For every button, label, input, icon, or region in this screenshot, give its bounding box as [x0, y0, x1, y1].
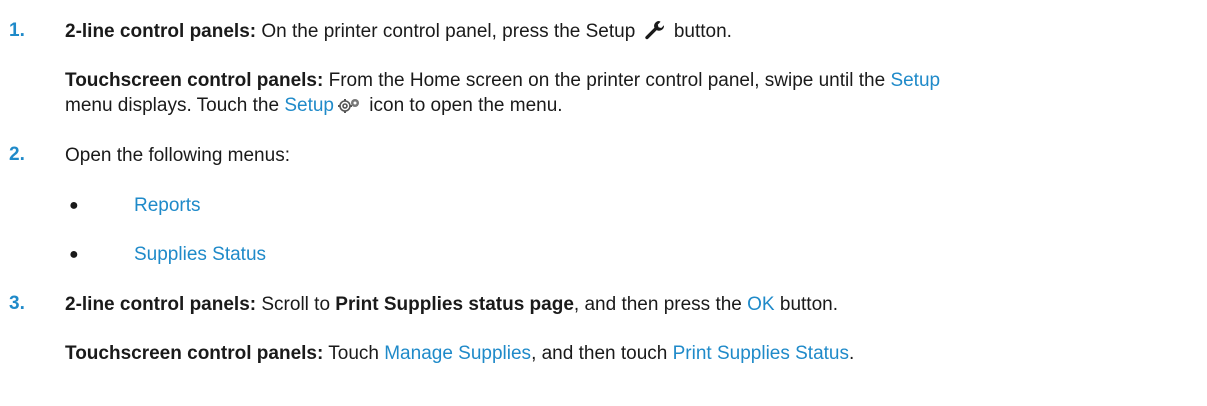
menu-item-supplies-status[interactable]: Supplies Status — [134, 243, 266, 267]
step-number-1: 1. — [9, 20, 25, 41]
step-3-paragraph-2-line: 2-line control panels: Scroll to Print S… — [65, 293, 838, 317]
instruction-text: icon to open the menu. — [364, 95, 563, 116]
instruction-text: From the Home screen on the printer cont… — [323, 70, 891, 91]
print-supplies-status-link[interactable]: Print Supplies Status — [673, 343, 849, 364]
panel-type-label: 2-line control panels: — [65, 21, 257, 42]
instructions-document: 1. 2-line control panels: On the printer… — [0, 0, 1207, 406]
bullet-marker: ● — [69, 197, 79, 214]
setup-link[interactable]: Setup — [284, 95, 334, 116]
step-number-2: 2. — [9, 144, 25, 165]
instruction-text: Scroll to — [256, 294, 336, 315]
step-1-paragraph-touchscreen-line-1: Touchscreen control panels: From the Hom… — [65, 69, 940, 93]
step-1-paragraph-2-line: 2-line control panels: On the printer co… — [65, 20, 732, 47]
instruction-text: On the printer control panel, press the … — [256, 21, 641, 42]
ok-button-link[interactable]: OK — [747, 294, 774, 315]
instruction-text: . — [849, 343, 855, 364]
instruction-text: , and then press the — [573, 294, 748, 315]
step-number-3: 3. — [9, 293, 25, 314]
panel-type-label: 2-line control panels: — [65, 294, 257, 315]
instruction-text: button. — [668, 21, 732, 42]
panel-type-label: Touchscreen control panels: — [65, 70, 324, 91]
menu-item-reports[interactable]: Reports — [134, 194, 201, 218]
step-1-paragraph-touchscreen-line-2: menu displays. Touch the Setup icon to o… — [65, 94, 563, 121]
step-3-paragraph-touchscreen: Touchscreen control panels: Touch Manage… — [65, 342, 854, 366]
instruction-text: menu displays. Touch the — [65, 95, 285, 116]
wrench-icon — [644, 20, 666, 47]
setup-menu-link[interactable]: Setup — [890, 70, 940, 91]
menu-item-print-supplies-status-page: Print Supplies status page — [335, 294, 574, 315]
instruction-text: Touch — [323, 343, 385, 364]
instruction-text: button. — [774, 294, 838, 315]
instruction-text: , and then touch — [531, 343, 673, 364]
manage-supplies-link[interactable]: Manage Supplies — [384, 343, 531, 364]
setup-gears-icon — [337, 96, 361, 121]
panel-type-label: Touchscreen control panels: — [65, 343, 324, 364]
step-2-intro: Open the following menus: — [65, 145, 290, 166]
bullet-marker: ● — [69, 246, 79, 263]
